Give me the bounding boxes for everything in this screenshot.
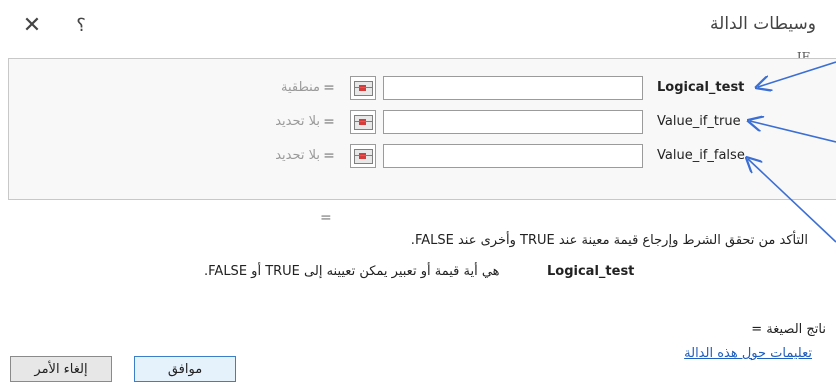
argument-help-text: هي أية قيمة أو تعبير يمكن تعيينه إلى TRU… [204,264,500,279]
dialog-title: وسيطات الدالة [710,14,816,34]
arg-hint-logical-test: منطقية [280,80,320,95]
arg-hint-value-if-false: بلا تحديد [275,148,320,163]
value-if-true-input[interactable] [383,110,643,134]
formula-result: ناتج الصيغة = [751,322,826,337]
range-select-button[interactable] [350,144,376,168]
collapse-dialog-icon [353,114,373,130]
collapse-dialog-icon [353,148,373,164]
close-icon[interactable]: ✕ [18,14,46,38]
argument-help-name: Logical_test [547,264,635,279]
ok-button[interactable]: موافق [134,356,236,382]
arg-equals-logical-test: = [323,80,335,96]
arg-label-value-if-true: Value_if_true [657,114,741,129]
cancel-button[interactable]: إلغاء الأمر [10,356,112,382]
value-if-false-input[interactable] [383,144,643,168]
arg-equals-value-if-false: = [323,148,335,164]
range-select-button[interactable] [350,110,376,134]
help-on-function-link[interactable]: تعليمات حول هذه الدالة [684,346,812,361]
help-icon[interactable]: ؟ [70,14,92,38]
function-result-equals: = [320,210,332,226]
arg-hint-value-if-true: بلا تحديد [275,114,320,129]
function-description: التأكد من تحقق الشرط وإرجاع قيمة معينة ع… [410,233,808,248]
arg-label-value-if-false: Value_if_false [657,148,745,163]
collapse-dialog-icon [353,80,373,96]
logical-test-input[interactable] [383,76,643,100]
arg-equals-value-if-true: = [323,114,335,130]
range-select-button[interactable] [350,76,376,100]
arg-label-logical-test: Logical_test [657,80,745,95]
